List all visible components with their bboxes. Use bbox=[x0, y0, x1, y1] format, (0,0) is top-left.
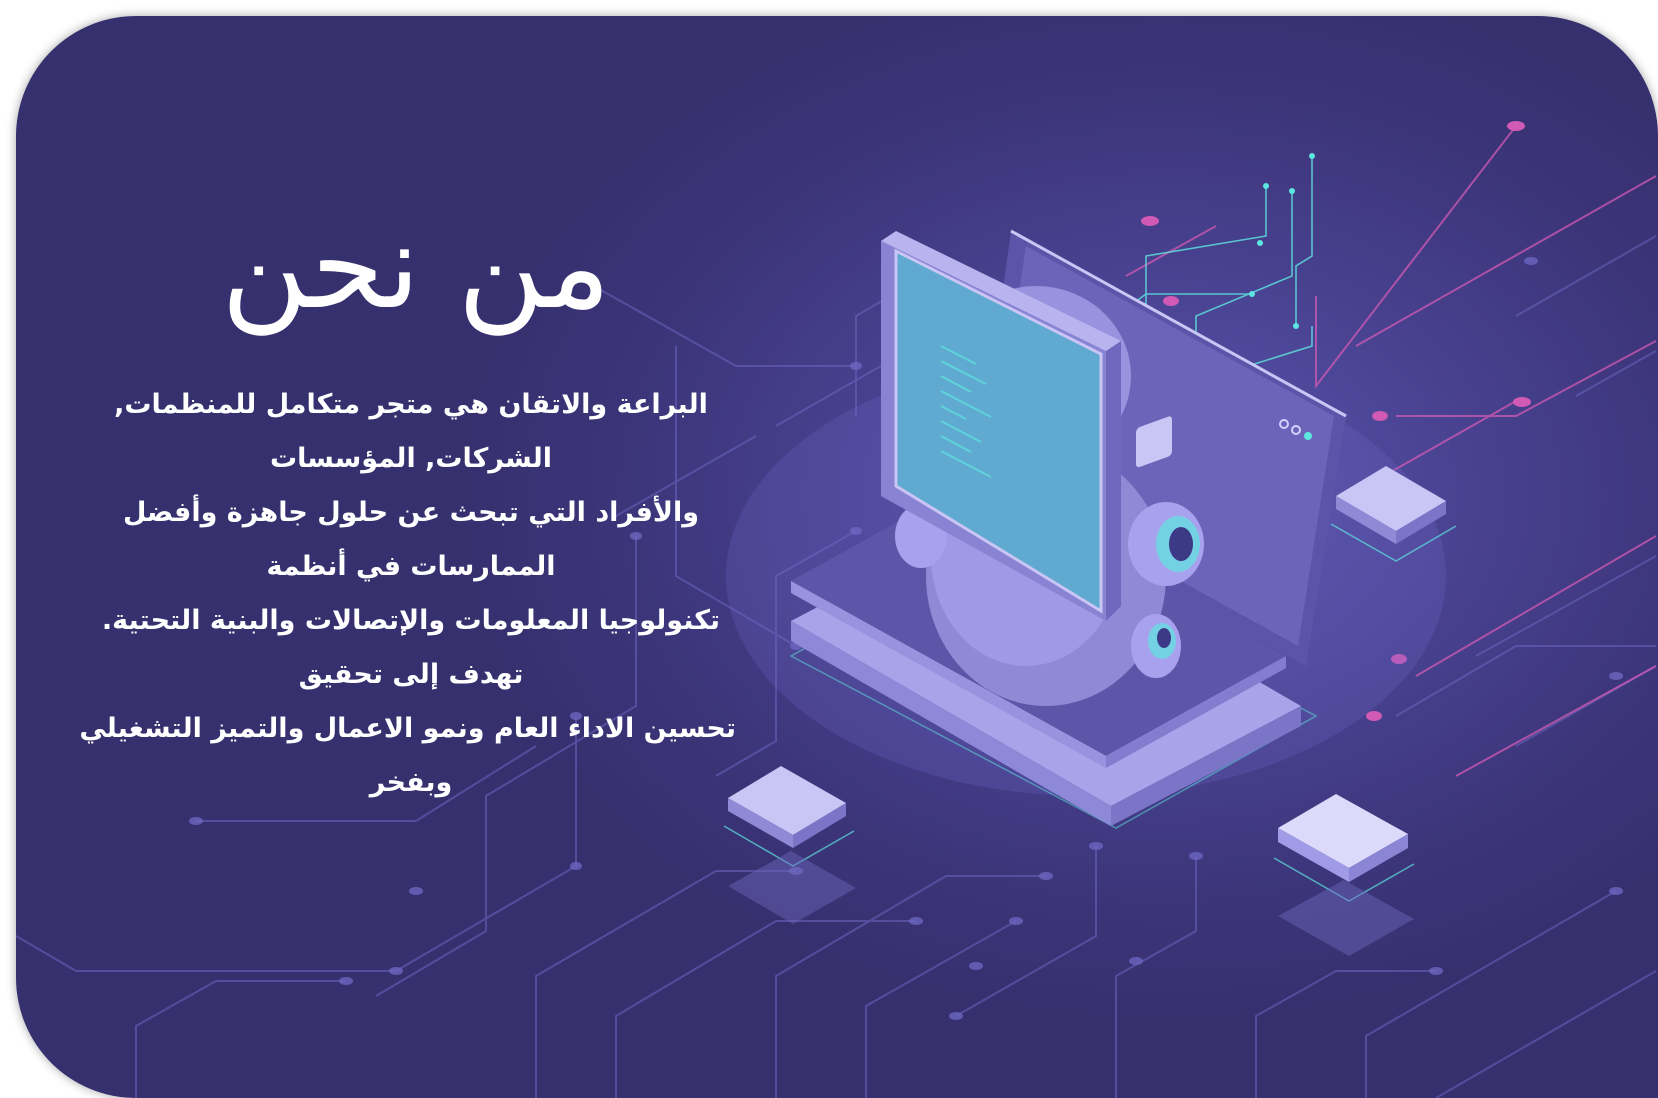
paragraph-line: تهدف إلى تحقيق bbox=[298, 659, 524, 690]
about-us-banner: من نحن البراعة والاتقان هي متجر متكامل ل… bbox=[16, 16, 1658, 1098]
chip-left bbox=[723, 766, 856, 924]
paragraph-line: وبفخر bbox=[369, 767, 453, 798]
paragraph-line: تكنولوجيا المعلومات والإتصالات والبنية ا… bbox=[101, 605, 721, 636]
paragraph-line: البراعة والاتقان هي متجر متكامل للمنظمات… bbox=[114, 389, 708, 420]
paragraph-line: الشركات, المؤسسات bbox=[269, 443, 552, 474]
paragraph-line: تحسين الاداء العام ونمو الاعمال والتميز … bbox=[79, 713, 736, 744]
paragraph-line: الممارسات في أنظمة bbox=[266, 551, 556, 582]
paragraph-line: والأفراد التي تبحث عن حلول جاهزة وأفضل bbox=[122, 497, 700, 528]
page-title: من نحن bbox=[221, 197, 611, 335]
about-paragraph: البراعة والاتقان هي متجر متكامل للمنظمات… bbox=[79, 378, 736, 810]
chip-bottom-right bbox=[1273, 794, 1415, 956]
